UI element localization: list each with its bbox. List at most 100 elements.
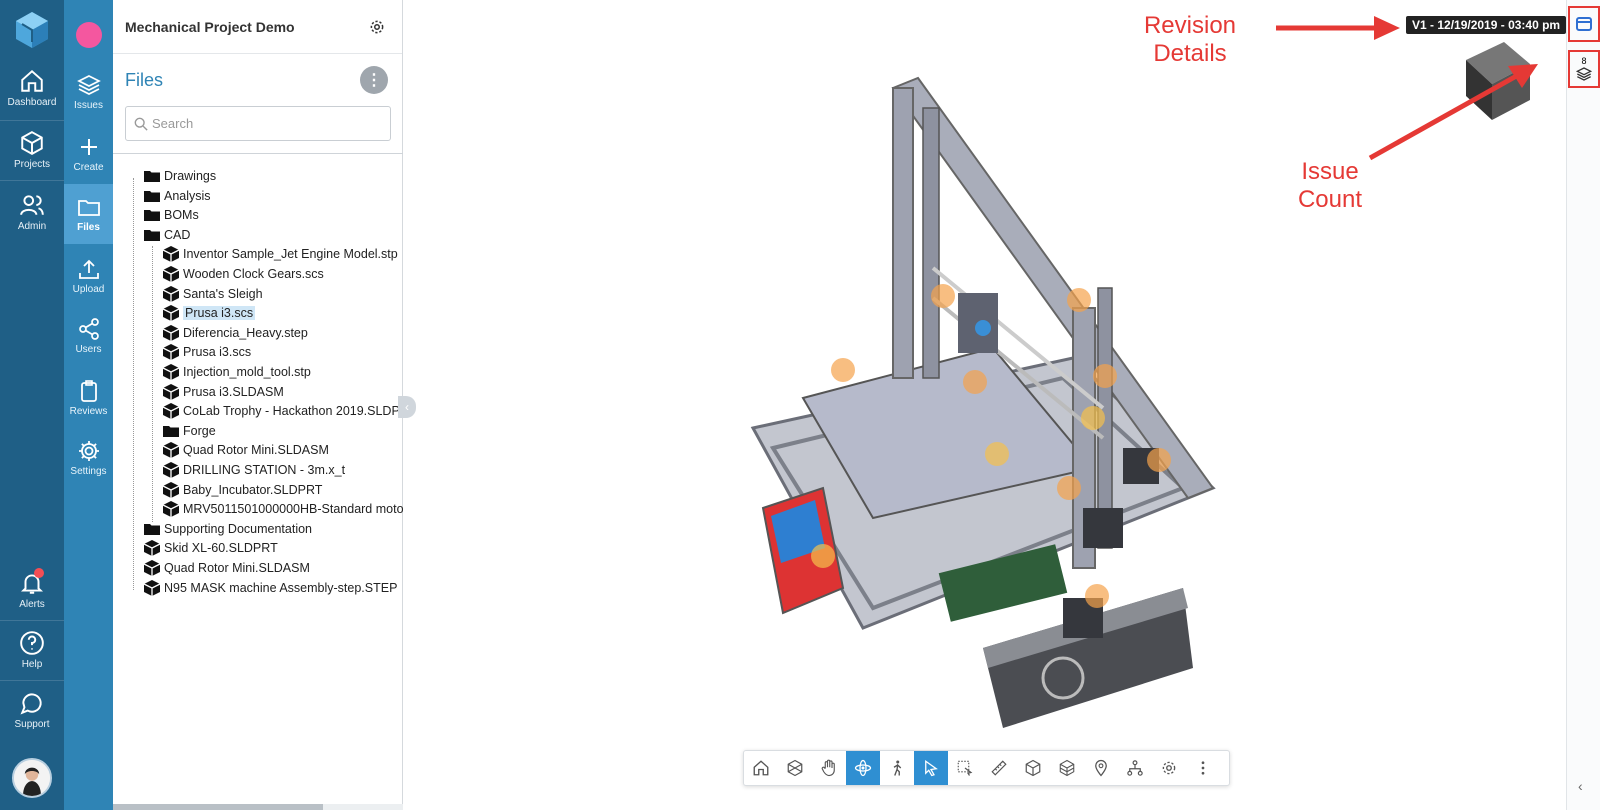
tool-walk[interactable] [880, 751, 914, 785]
annotation-revision-details: Revision Details [1130, 12, 1250, 68]
files-panel: Mechanical Project Demo Files ⋮ Search D… [113, 0, 403, 810]
tree-item-label: Analysis [164, 188, 211, 203]
rail-collapse-icon[interactable]: ‹ [1578, 778, 1583, 794]
pin-icon [1095, 759, 1107, 777]
panel-divider [113, 153, 403, 154]
search-placeholder: Search [152, 116, 194, 131]
ruler-icon [991, 760, 1007, 776]
model-cube-icon [162, 324, 180, 341]
tree-file[interactable]: DRILLING STATION - 3m.x_t [162, 460, 345, 480]
search-input[interactable]: Search [125, 106, 391, 141]
model-cube-icon [162, 364, 180, 380]
tree-item-label: Inventor Sample_Jet Engine Model.stp [183, 247, 398, 262]
tree-horizontal-scrollbar[interactable] [113, 804, 403, 810]
help-icon [20, 631, 44, 655]
project-settings-gear-icon[interactable] [368, 18, 386, 36]
nav-issues[interactable]: Issues [64, 62, 113, 122]
model-cube-icon [162, 481, 180, 498]
nav-help[interactable]: Help [0, 620, 64, 680]
tool-pan[interactable] [812, 751, 846, 785]
project-title: Mechanical Project Demo [113, 0, 402, 54]
tool-home-view[interactable] [744, 751, 778, 785]
tree-file[interactable]: Prusa i3.scs [162, 342, 251, 362]
tree-file[interactable]: Quad Rotor Mini.SLDASM [143, 558, 310, 578]
tree-item-label: Prusa i3.scs [183, 345, 252, 360]
scrollbar-thumb[interactable] [113, 804, 323, 810]
tree-item-label: Drawings [164, 169, 217, 183]
folder-icon [77, 200, 100, 216]
app-root: Dashboard Projects Admin Alerts Help Sup… [0, 0, 1600, 810]
tree-folder[interactable]: CAD [143, 225, 190, 245]
model-cube-icon [162, 246, 180, 263]
nav-reviews[interactable]: Reviews [64, 368, 113, 428]
tool-explode[interactable] [1050, 751, 1084, 785]
tool-markup[interactable] [1084, 751, 1118, 785]
tree-file[interactable]: Skid XL-60.SLDPRT [143, 538, 278, 558]
tool-model-tree[interactable] [1118, 751, 1152, 785]
annotation-line: Revision [1143, 12, 1237, 39]
model-cube-icon [162, 501, 180, 518]
nav-label: Support [14, 719, 50, 730]
tool-section[interactable] [1016, 751, 1050, 785]
tree-item-label: DRILLING STATION - 3m.x_t [183, 463, 346, 477]
tree-folder[interactable]: Supporting Documentation [143, 519, 312, 539]
tree-file[interactable]: N95 MASK machine Assembly-step.STEP [143, 578, 397, 598]
app-logo-icon[interactable] [12, 10, 52, 50]
viewer-toolbar [743, 750, 1230, 786]
nav-support[interactable]: Support [0, 680, 64, 740]
tree-file[interactable]: MRV5011501000000HB-Standard motor [162, 499, 403, 519]
share-icon [78, 318, 99, 340]
tree-file[interactable]: Prusa i3.scs [162, 303, 256, 323]
3d-printer-model[interactable] [743, 68, 1243, 748]
nav-label: Projects [13, 159, 51, 170]
model-cube-icon [162, 285, 180, 302]
tool-settings[interactable] [1152, 751, 1186, 785]
nav2-label: Issues [74, 100, 103, 111]
tree-file[interactable]: Injection_mold_tool.stp [162, 362, 311, 382]
tree-file[interactable]: Inventor Sample_Jet Engine Model.stp [162, 244, 398, 264]
nav2-label: Reviews [69, 406, 108, 417]
tree-folder[interactable]: BOMs [143, 205, 199, 225]
nav-files[interactable]: Files [64, 184, 113, 244]
tool-measure[interactable] [982, 751, 1016, 785]
nav-dashboard[interactable]: Dashboard [0, 58, 64, 118]
tree-item-label: CoLab Trophy - Hackathon 2019.SLDPRT [183, 404, 403, 419]
tool-more[interactable] [1186, 751, 1220, 785]
tree-item-label: Injection_mold_tool.stp [183, 365, 311, 379]
tree-item-label: N95 MASK machine Assembly-step.STEP [164, 580, 398, 595]
home-icon [21, 69, 43, 92]
nav-create[interactable]: Create [64, 124, 113, 184]
folder-icon [144, 523, 160, 535]
tree-folder[interactable]: Drawings [143, 168, 216, 186]
tree-file[interactable]: Diferencia_Heavy.step [162, 323, 308, 343]
files-more-button[interactable]: ⋮ [360, 66, 388, 94]
tree-item-label: Prusa i3.scs [183, 306, 256, 321]
tool-select[interactable] [914, 751, 948, 785]
user-avatar[interactable] [12, 758, 52, 798]
tree-file[interactable]: Prusa i3.SLDASM [162, 382, 284, 402]
nav-admin[interactable]: Admin [0, 182, 64, 242]
tree-file[interactable]: Baby_Incubator.SLDPRT [162, 480, 322, 500]
tool-view-mode[interactable] [778, 751, 812, 785]
tree-file[interactable]: Wooden Clock Gears.scs [162, 264, 324, 284]
tool-area-select[interactable] [948, 751, 982, 785]
tree-icon [1127, 760, 1143, 776]
tool-orbit[interactable] [846, 751, 880, 785]
secondary-nav: Issues Create Files Upload Users Reviews… [64, 0, 113, 810]
tree-file[interactable]: Quad Rotor Mini.SLDASM [162, 440, 329, 460]
tree-folder[interactable]: Forge [162, 421, 216, 441]
model-cube-icon [162, 344, 180, 361]
model-cube-icon [143, 540, 161, 557]
nav-projects[interactable]: Projects [0, 120, 64, 180]
nav-settings[interactable]: Settings [64, 428, 113, 488]
cube-icon [21, 131, 43, 155]
iso-cube-icon [787, 759, 803, 777]
home-icon [753, 760, 769, 776]
tree-item-label: Forge [183, 423, 216, 438]
tree-folder[interactable]: Analysis [143, 186, 211, 206]
tree-file[interactable]: Santa's Sleigh [162, 284, 263, 304]
tree-file[interactable]: CoLab Trophy - Hackathon 2019.SLDPRT [162, 401, 403, 421]
nav-upload[interactable]: Upload [64, 246, 113, 306]
nav-alerts[interactable]: Alerts [0, 560, 64, 620]
nav-users[interactable]: Users [64, 306, 113, 366]
